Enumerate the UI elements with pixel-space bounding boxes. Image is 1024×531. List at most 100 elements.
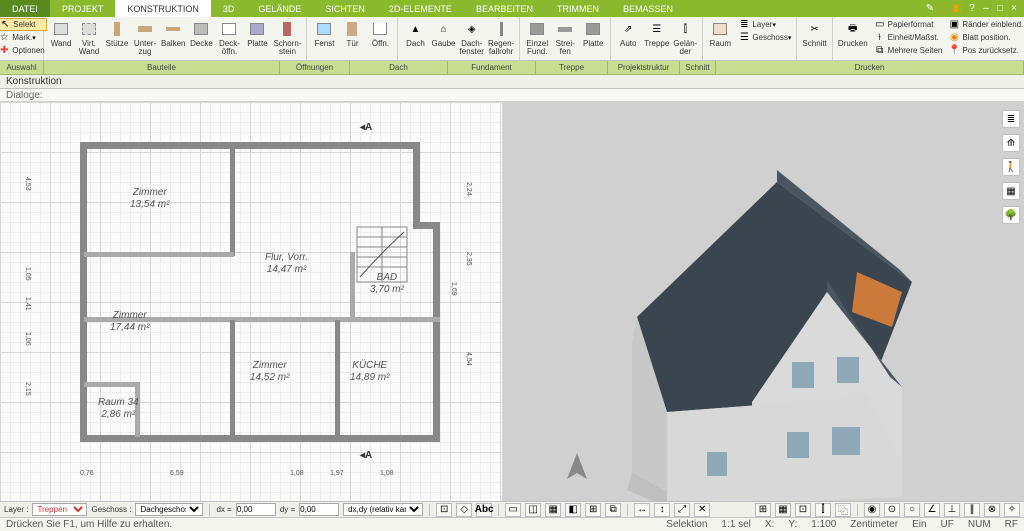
tab-gelaende[interactable]: GELÄNDE	[246, 0, 313, 17]
tool-icon[interactable]: ▦	[545, 503, 561, 517]
decke-button[interactable]: Decke	[187, 18, 215, 57]
snap-icon[interactable]: ⊗	[984, 503, 1000, 517]
tab-bearbeiten[interactable]: BEARBEITEN	[464, 0, 545, 17]
virt-wand-button[interactable]: Virt. Wand	[75, 18, 103, 57]
dx-input[interactable]	[236, 503, 276, 516]
tool-icon[interactable]: ✕	[694, 503, 710, 517]
ruler-icon: ⟊	[874, 32, 886, 44]
selekt-button[interactable]: ↖Selekt	[0, 18, 47, 31]
mehrere-button[interactable]: ⧉Mehrere Seiten	[872, 44, 945, 57]
tool-icon[interactable]: ✎	[924, 3, 936, 15]
wireframe-icon[interactable]: ▦	[1002, 182, 1020, 200]
tool-icon[interactable]: ◧	[952, 3, 964, 15]
deckoeffn-button[interactable]: Deck- öffn.	[215, 18, 243, 57]
wand-button[interactable]: Wand	[47, 18, 75, 57]
snap-icon[interactable]: ⊙	[884, 503, 900, 517]
snap-icon[interactable]: ○	[904, 503, 920, 517]
grid-tool-icon[interactable]: ⊡	[795, 503, 811, 517]
schnitt-button[interactable]: ✂Schnitt	[800, 18, 828, 49]
drucken-button[interactable]: 🖶Drucken	[836, 18, 870, 57]
schornstein-button[interactable]: Schorn- stein	[271, 18, 303, 57]
help-icon[interactable]: ?	[966, 3, 978, 15]
tab-bemassen[interactable]: BEMASSEN	[611, 0, 685, 17]
stuetze-button[interactable]: Stütze	[103, 18, 131, 57]
treppe-button[interactable]: ☰Treppe	[642, 18, 671, 57]
perspective-icon[interactable]: ⟰	[1002, 134, 1020, 152]
tab-sichten[interactable]: SICHTEN	[313, 0, 377, 17]
tool-icon[interactable]: ◫	[525, 503, 541, 517]
tab-projekt[interactable]: PROJEKT	[50, 0, 116, 17]
minimize-icon[interactable]: –	[980, 3, 992, 15]
geschoss-select[interactable]: Dachgeschoss	[135, 503, 203, 516]
dxdy-select[interactable]: dx,dy (relativ kartesisch)	[343, 503, 423, 516]
tool-icon[interactable]: ▭	[505, 503, 521, 517]
fenst-button[interactable]: Fenst	[310, 18, 338, 49]
status-selektion: Selektion	[666, 519, 707, 530]
column-icon	[107, 19, 127, 39]
raender-button[interactable]: ▣Ränder einblend.	[946, 18, 1024, 31]
mark-button[interactable]: ☆Mark.▾	[0, 31, 47, 44]
grid-tool-icon[interactable]: ⿻	[835, 503, 851, 517]
tool-icon[interactable]: ↔	[634, 503, 650, 517]
tool-icon[interactable]: ◧	[565, 503, 581, 517]
gaube-button[interactable]: ⌂Gaube	[429, 18, 457, 57]
oeffn-button[interactable]: Öffn.	[366, 18, 394, 49]
layers-view-icon[interactable]: ≣	[1002, 110, 1020, 128]
3d-view[interactable]: ≣ ⟰ 🚶 ▦ 🌳	[502, 102, 1024, 501]
close-icon[interactable]: ×	[1008, 3, 1020, 15]
regenfallrohr-button[interactable]: Regen- fallrohr	[486, 18, 516, 57]
einzelfund-button[interactable]: Einzel Fund.	[523, 18, 551, 57]
tool-icon[interactable]: ⊞	[585, 503, 601, 517]
floor-plan: Zimmer13,54 m² Zimmer17,44 m² Zimmer14,5…	[60, 122, 460, 472]
tree-icon[interactable]: 🌳	[1002, 206, 1020, 224]
einheit-button[interactable]: ⟊Einheit/Maßst.	[872, 31, 945, 44]
snap-mid-icon[interactable]: ◇	[456, 503, 472, 517]
auto-button[interactable]: ⇗Auto	[614, 18, 642, 57]
tab-2d-elemente[interactable]: 2D-ELEMENTE	[377, 0, 464, 17]
balken-button[interactable]: Balken	[159, 18, 187, 57]
dach-button[interactable]: ▲Dach	[401, 18, 429, 57]
dx-label: dx =	[216, 505, 231, 514]
grid-tool-icon[interactable]: ▦	[775, 503, 791, 517]
streifen-button[interactable]: Strei- fen	[551, 18, 579, 57]
main-area: Zimmer13,54 m² Zimmer17,44 m² Zimmer14,5…	[0, 102, 1024, 501]
group-schnitt: Schnitt	[680, 61, 716, 74]
tool-icon[interactable]: ⬚	[938, 3, 950, 15]
snap-endpoint-icon[interactable]: ⊡	[436, 503, 452, 517]
raum-button[interactable]: Raum	[706, 18, 734, 49]
subtab-konstruktion[interactable]: Konstruktion	[6, 76, 62, 87]
tab-datei[interactable]: DATEI	[0, 0, 50, 17]
geschoss-button[interactable]: ☰Geschoss▾	[736, 31, 793, 44]
platte2-button[interactable]: Platte	[579, 18, 607, 57]
snap-icon[interactable]: ∥	[964, 503, 980, 517]
dachfenster-button[interactable]: ◈Dach- fenster	[458, 18, 486, 57]
tab-konstruktion[interactable]: KONSTRUKTION	[115, 0, 211, 17]
snap-icon[interactable]: ⊥	[944, 503, 960, 517]
layer-button[interactable]: ≣Layer▾	[736, 18, 793, 31]
walk-icon[interactable]: 🚶	[1002, 158, 1020, 176]
maximize-icon[interactable]: □	[994, 3, 1006, 15]
tab-3d[interactable]: 3D	[211, 0, 247, 17]
text-icon[interactable]: Abc	[476, 503, 492, 517]
grid-tool-icon[interactable]: ⊞	[755, 503, 771, 517]
group-fundament: Fundament	[448, 61, 536, 74]
tuer-button[interactable]: Tür	[338, 18, 366, 49]
snap-icon[interactable]: ∠	[924, 503, 940, 517]
layer-select[interactable]: Treppen	[32, 503, 87, 516]
pos-button[interactable]: 📍Pos zurücksetz.	[946, 44, 1024, 57]
tool-icon[interactable]: ↕	[654, 503, 670, 517]
blatt-button[interactable]: ◉Blatt position.	[946, 31, 1024, 44]
papierformat-button[interactable]: ▭Papierformat	[872, 18, 945, 31]
2d-view[interactable]: Zimmer13,54 m² Zimmer17,44 m² Zimmer14,5…	[0, 102, 502, 501]
optionen-button[interactable]: ✚Optionen	[0, 44, 47, 57]
tool-icon[interactable]: ⤢	[674, 503, 690, 517]
unterzug-button[interactable]: Unter- zug	[131, 18, 159, 57]
platte-button[interactable]: Platte	[243, 18, 271, 57]
tool-icon[interactable]: ⧉	[605, 503, 621, 517]
dy-input[interactable]	[299, 503, 339, 516]
grid-tool-icon[interactable]: ⫿	[815, 503, 831, 517]
snap-icon[interactable]: ✧	[1004, 503, 1020, 517]
tab-trimmen[interactable]: TRIMMEN	[545, 0, 611, 17]
gelaender-button[interactable]: ⫿Gelän- der	[671, 18, 699, 57]
snap-icon[interactable]: ◉	[864, 503, 880, 517]
